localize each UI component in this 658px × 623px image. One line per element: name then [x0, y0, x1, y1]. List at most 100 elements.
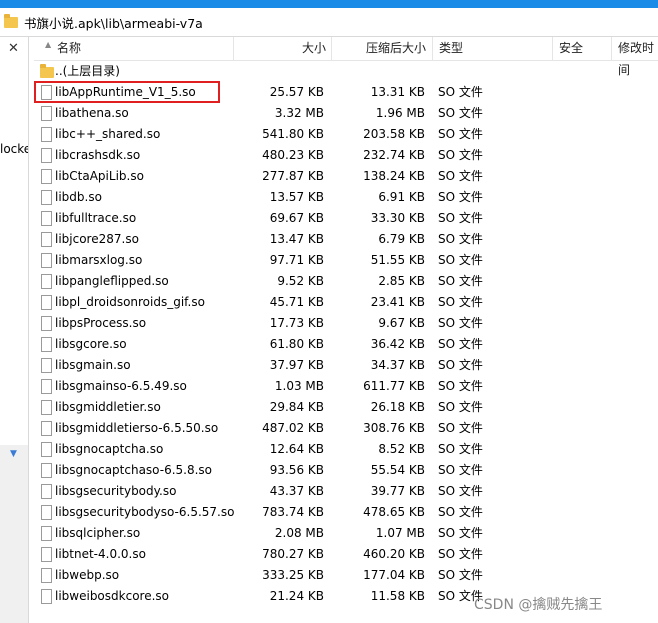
- file-size: 45.71 KB: [269, 295, 324, 309]
- file-compressed-size: 460.20 KB: [363, 547, 425, 561]
- file-row[interactable]: libpl_droidsonroids_gif.so 45.71 KB 23.41 …: [34, 292, 658, 313]
- nav-item-clipped[interactable]: locke: [0, 142, 28, 156]
- file-type: SO 文件: [438, 232, 483, 246]
- file-compressed-size: 33.30 KB: [370, 211, 425, 225]
- file-name: libpangleflipped.so: [55, 274, 169, 288]
- navigation-pane: ✕ locke ▼: [0, 37, 29, 623]
- file-name: libsgcore.so: [55, 337, 127, 351]
- file-type: SO 文件: [438, 190, 483, 204]
- file-row[interactable]: libsgmiddletier.so 29.84 KB 26.18 KB SO 文件: [34, 397, 658, 418]
- file-name: libsqlcipher.so: [55, 526, 141, 540]
- file-row[interactable]: libsgmain.so 37.97 KB 34.37 KB SO 文件: [34, 355, 658, 376]
- file-name: libsgsecuritybodyso-6.5.57.so: [55, 505, 235, 519]
- file-icon: [41, 211, 52, 226]
- file-type: SO 文件: [438, 253, 483, 267]
- chevron-down-icon[interactable]: ▼: [10, 449, 17, 459]
- file-name: libc++_shared.so: [55, 127, 161, 141]
- column-divider[interactable]: [552, 37, 553, 60]
- file-name: libsgmain.so: [55, 358, 131, 372]
- file-icon: [41, 484, 52, 499]
- column-divider[interactable]: [611, 37, 612, 60]
- file-name: libtnet-4.0.0.so: [55, 547, 146, 561]
- file-type: SO 文件: [438, 211, 483, 225]
- column-security[interactable]: 安全: [559, 37, 583, 60]
- file-row[interactable]: libwebp.so 333.25 KB 177.04 KB SO 文件: [34, 565, 658, 586]
- file-name: libpl_droidsonroids_gif.so: [55, 295, 205, 309]
- file-type: SO 文件: [438, 442, 483, 456]
- file-icon: [41, 463, 52, 478]
- file-type: SO 文件: [438, 85, 483, 99]
- file-row[interactable]: libsgcore.so 61.80 KB 36.42 KB SO 文件: [34, 334, 658, 355]
- file-compressed-size: 611.77 KB: [363, 379, 425, 393]
- file-icon: [41, 400, 52, 415]
- file-row[interactable]: libsgnocaptcha.so 12.64 KB 8.52 KB SO 文件: [34, 439, 658, 460]
- file-size: 93.56 KB: [269, 463, 324, 477]
- file-compressed-size: 308.76 KB: [363, 421, 425, 435]
- file-icon: [41, 127, 52, 142]
- file-compressed-size: 39.77 KB: [370, 484, 425, 498]
- file-icon: [41, 169, 52, 184]
- file-type: SO 文件: [438, 106, 483, 120]
- highlight-box: [34, 81, 220, 103]
- file-row[interactable]: libsqlcipher.so 2.08 MB 1.07 MB SO 文件: [34, 523, 658, 544]
- file-size: 29.84 KB: [269, 400, 324, 414]
- file-icon: [41, 421, 52, 436]
- file-compressed-size: 177.04 KB: [363, 568, 425, 582]
- file-icon: [41, 316, 52, 331]
- address-bar[interactable]: 书旗小说.apk\lib\armeabi-v7a: [0, 8, 658, 37]
- file-row[interactable]: libathena.so 3.32 MB 1.96 MB SO 文件: [34, 103, 658, 124]
- file-size: 13.57 KB: [269, 190, 324, 204]
- parent-directory-row[interactable]: ..(上层目录): [34, 61, 658, 82]
- file-row[interactable]: libsgsecuritybodyso-6.5.57.so 783.74 KB 47…: [34, 502, 658, 523]
- nav-pane-scroll-area: [0, 445, 28, 623]
- file-row[interactable]: libpangleflipped.so 9.52 KB 2.85 KB SO 文件: [34, 271, 658, 292]
- file-row[interactable]: libsgmiddletierso-6.5.50.so 487.02 KB 308.…: [34, 418, 658, 439]
- file-compressed-size: 26.18 KB: [370, 400, 425, 414]
- file-icon: [41, 358, 52, 373]
- file-name: libsgmainso-6.5.49.so: [55, 379, 187, 393]
- file-compressed-size: 9.67 KB: [378, 316, 425, 330]
- column-size[interactable]: 大小: [302, 37, 326, 60]
- column-name[interactable]: 名称: [57, 37, 81, 60]
- file-compressed-size: 478.65 KB: [363, 505, 425, 519]
- file-icon: [41, 442, 52, 457]
- file-row[interactable]: libpsProcess.so 17.73 KB 9.67 KB SO 文件: [34, 313, 658, 334]
- file-size: 25.57 KB: [269, 85, 324, 99]
- address-path[interactable]: 书旗小说.apk\lib\armeabi-v7a: [24, 13, 203, 32]
- file-compressed-size: 34.37 KB: [370, 358, 425, 372]
- file-row[interactable]: libdb.so 13.57 KB 6.91 KB SO 文件: [34, 187, 658, 208]
- file-row[interactable]: libsgsecuritybody.so 43.37 KB 39.77 KB SO 文…: [34, 481, 658, 502]
- column-compressed-size[interactable]: 压缩后大小: [366, 37, 426, 60]
- close-icon[interactable]: ✕: [8, 41, 19, 56]
- file-row[interactable]: libCtaApiLib.so 277.87 KB 138.24 KB SO 文件: [34, 166, 658, 187]
- file-icon: [41, 274, 52, 289]
- file-size: 17.73 KB: [269, 316, 324, 330]
- column-divider[interactable]: [331, 37, 332, 60]
- file-size: 12.64 KB: [269, 442, 324, 456]
- file-name: libcrashsdk.so: [55, 148, 141, 162]
- column-divider[interactable]: [233, 37, 234, 60]
- file-compressed-size: 11.58 KB: [370, 589, 425, 603]
- column-header-row: ▲ 名称 大小 压缩后大小 类型 安全 修改时间: [34, 37, 658, 77]
- file-row[interactable]: libjcore287.so 13.47 KB 6.79 KB SO 文件: [34, 229, 658, 250]
- file-size: 783.74 KB: [262, 505, 324, 519]
- file-name: libsgnocaptchaso-6.5.8.so: [55, 463, 213, 477]
- file-size: 277.87 KB: [262, 169, 324, 183]
- file-row[interactable]: libcrashsdk.so 480.23 KB 232.74 KB SO 文件: [34, 145, 658, 166]
- column-type[interactable]: 类型: [439, 37, 463, 60]
- column-modified[interactable]: 修改时间: [618, 37, 658, 77]
- file-row[interactable]: libsgnocaptchaso-6.5.8.so 93.56 KB 55.54 K…: [34, 460, 658, 481]
- file-row[interactable]: libtnet-4.0.0.so 780.27 KB 460.20 KB SO 文件: [34, 544, 658, 565]
- file-type: SO 文件: [438, 484, 483, 498]
- file-icon: [41, 547, 52, 562]
- file-row[interactable]: libmarsxlog.so 97.71 KB 51.55 KB SO 文件: [34, 250, 658, 271]
- file-row[interactable]: libsgmainso-6.5.49.so 1.03 MB 611.77 KB SO …: [34, 376, 658, 397]
- file-name: libCtaApiLib.so: [55, 169, 144, 183]
- file-row[interactable]: libc++_shared.so 541.80 KB 203.58 KB SO 文件: [34, 124, 658, 145]
- file-icon: [41, 253, 52, 268]
- column-divider[interactable]: [432, 37, 433, 60]
- file-row[interactable]: libfulltrace.so 69.67 KB 33.30 KB SO 文件: [34, 208, 658, 229]
- file-type: SO 文件: [438, 274, 483, 288]
- file-compressed-size: 13.31 KB: [370, 85, 425, 99]
- file-name: libsgnocaptcha.so: [55, 442, 164, 456]
